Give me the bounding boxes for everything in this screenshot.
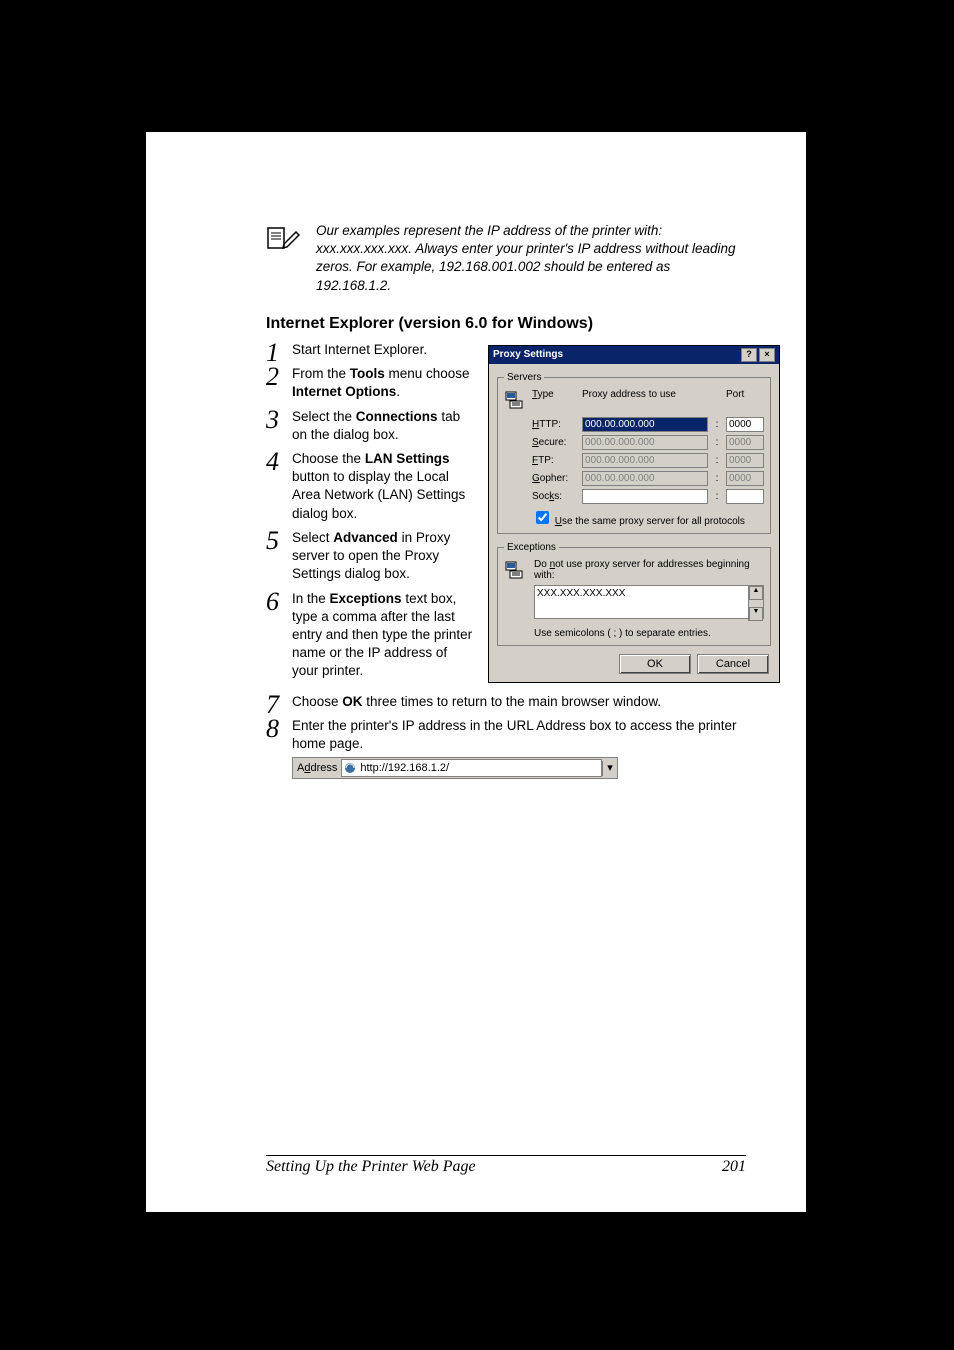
exceptions-scrollbar[interactable]: ▲ ▼ <box>748 586 763 621</box>
steps-list: Start Internet Explorer. From the Tools … <box>266 341 476 681</box>
step-1: Start Internet Explorer. <box>266 341 476 359</box>
exceptions-icon <box>504 559 528 639</box>
address-value: http://192.168.1.2/ <box>360 761 449 776</box>
exceptions-textarea[interactable] <box>534 585 764 619</box>
col-port: Port <box>726 389 764 414</box>
servers-legend: Servers <box>504 372 544 383</box>
proxy-settings-dialog: Proxy Settings ? × Servers Type <box>488 345 780 683</box>
dialog-titlebar: Proxy Settings ? × <box>489 346 779 364</box>
section-heading: Internet Explorer (version 6.0 for Windo… <box>266 315 746 333</box>
step-6: In the Exceptions text box, type a comma… <box>266 590 476 681</box>
dialog-title: Proxy Settings <box>493 349 563 360</box>
step-7: Choose OK three times to return to the m… <box>266 693 746 711</box>
exceptions-group: Exceptions Do not use proxy server for a… <box>497 542 771 646</box>
ok-button[interactable]: OK <box>619 654 691 674</box>
step-2: From the Tools menu choose Internet Opti… <box>266 365 476 401</box>
address-label: Address <box>293 761 341 776</box>
secure-label: Secure: <box>532 437 578 448</box>
note-text: Our examples represent the IP address of… <box>316 222 746 295</box>
gopher-label: Gopher: <box>532 473 578 484</box>
socks-port-field[interactable] <box>726 489 764 504</box>
ftp-label: FTP: <box>532 455 578 466</box>
document-page: Our examples represent the IP address of… <box>146 132 806 1212</box>
ftp-port-field <box>726 453 764 468</box>
socks-address-field[interactable] <box>582 489 708 504</box>
scroll-up-icon[interactable]: ▲ <box>749 586 763 600</box>
address-field[interactable]: http://192.168.1.2/ <box>341 759 602 777</box>
help-button[interactable]: ? <box>741 348 757 362</box>
http-label: HTTP: <box>532 419 578 430</box>
secure-address-field <box>582 435 708 450</box>
cancel-button[interactable]: Cancel <box>697 654 769 674</box>
address-dropdown[interactable]: ▾ <box>602 761 617 776</box>
ie-icon <box>344 762 356 774</box>
same-proxy-checkbox[interactable] <box>536 511 549 524</box>
gopher-address-field <box>582 471 708 486</box>
page-footer: Setting Up the Printer Web Page 201 <box>266 1155 746 1176</box>
ftp-address-field <box>582 453 708 468</box>
exceptions-legend: Exceptions <box>504 542 559 553</box>
same-proxy-row: Use the same proxy server for all protoc… <box>504 508 764 527</box>
note-icon <box>266 226 300 252</box>
step-5: Select Advanced in Proxy server to open … <box>266 529 476 584</box>
socks-label: Socks: <box>532 491 578 502</box>
separator-hint: Use semicolons ( ; ) to separate entries… <box>534 628 764 639</box>
gopher-port-field <box>726 471 764 486</box>
footer-title: Setting Up the Printer Web Page <box>266 1158 476 1176</box>
same-proxy-label: Use the same proxy server for all protoc… <box>555 516 745 527</box>
col-type: Type <box>532 389 578 414</box>
address-bar: Address http://192.168.1.2/ ▾ <box>292 757 618 779</box>
step-4: Choose the LAN Settings button to displa… <box>266 450 476 523</box>
col-addr: Proxy address to use <box>582 389 708 414</box>
http-address-field[interactable] <box>582 417 708 432</box>
step-8: Enter the printer's IP address in the UR… <box>266 717 746 779</box>
page-number: 201 <box>722 1158 746 1176</box>
step-3: Select the Connections tab on the dialog… <box>266 408 476 444</box>
scroll-down-icon[interactable]: ▼ <box>749 607 763 621</box>
close-button[interactable]: × <box>759 348 775 362</box>
steps-list-cont: Choose OK three times to return to the m… <box>266 693 746 780</box>
note-block: Our examples represent the IP address of… <box>266 222 746 295</box>
servers-icon <box>504 389 528 414</box>
secure-port-field <box>726 435 764 450</box>
exceptions-text: Do not use proxy server for addresses be… <box>534 559 764 581</box>
servers-group: Servers Type Proxy address to use Port <box>497 372 771 534</box>
http-port-field[interactable] <box>726 417 764 432</box>
